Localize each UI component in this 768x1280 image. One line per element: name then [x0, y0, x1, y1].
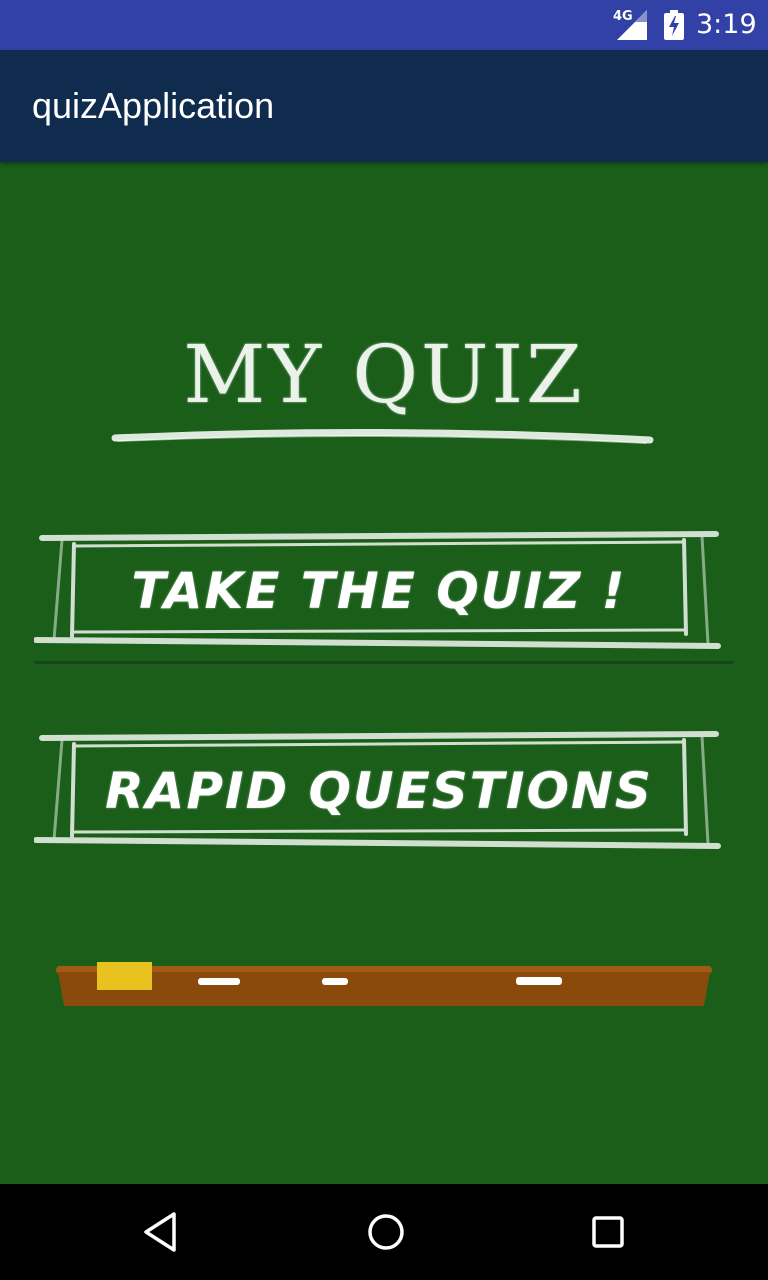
eraser [97, 962, 152, 990]
app-title: quizApplication [32, 85, 275, 126]
battery-charging-icon [664, 10, 684, 40]
chalk-stick [322, 978, 348, 985]
chalkboard: MY QUIZ TAKE THE QUIZ ! RAPID QUESTIONS [0, 162, 768, 1184]
nav-bar [0, 1184, 768, 1280]
divider [34, 661, 734, 664]
quiz-heading: MY QUIZ [183, 328, 585, 421]
rapid-questions-button[interactable]: RAPID QUESTIONS [34, 728, 724, 854]
chalk-underline [111, 428, 654, 444]
recents-icon[interactable] [588, 1210, 628, 1254]
chalk-stick [198, 978, 240, 985]
chalk-stick [516, 977, 562, 985]
home-icon[interactable] [364, 1210, 408, 1254]
signal-icon [617, 10, 647, 40]
take-quiz-button[interactable]: TAKE THE QUIZ ! [34, 528, 724, 654]
status-bar: 4G 3:19 [0, 0, 768, 50]
take-quiz-label: TAKE THE QUIZ ! [131, 562, 627, 620]
app-bar: quizApplication [0, 50, 768, 162]
chalk-tray [56, 962, 712, 1006]
rapid-questions-label: RAPID QUESTIONS [105, 762, 653, 820]
back-icon[interactable] [140, 1210, 182, 1254]
clock: 3:19 [696, 9, 757, 40]
